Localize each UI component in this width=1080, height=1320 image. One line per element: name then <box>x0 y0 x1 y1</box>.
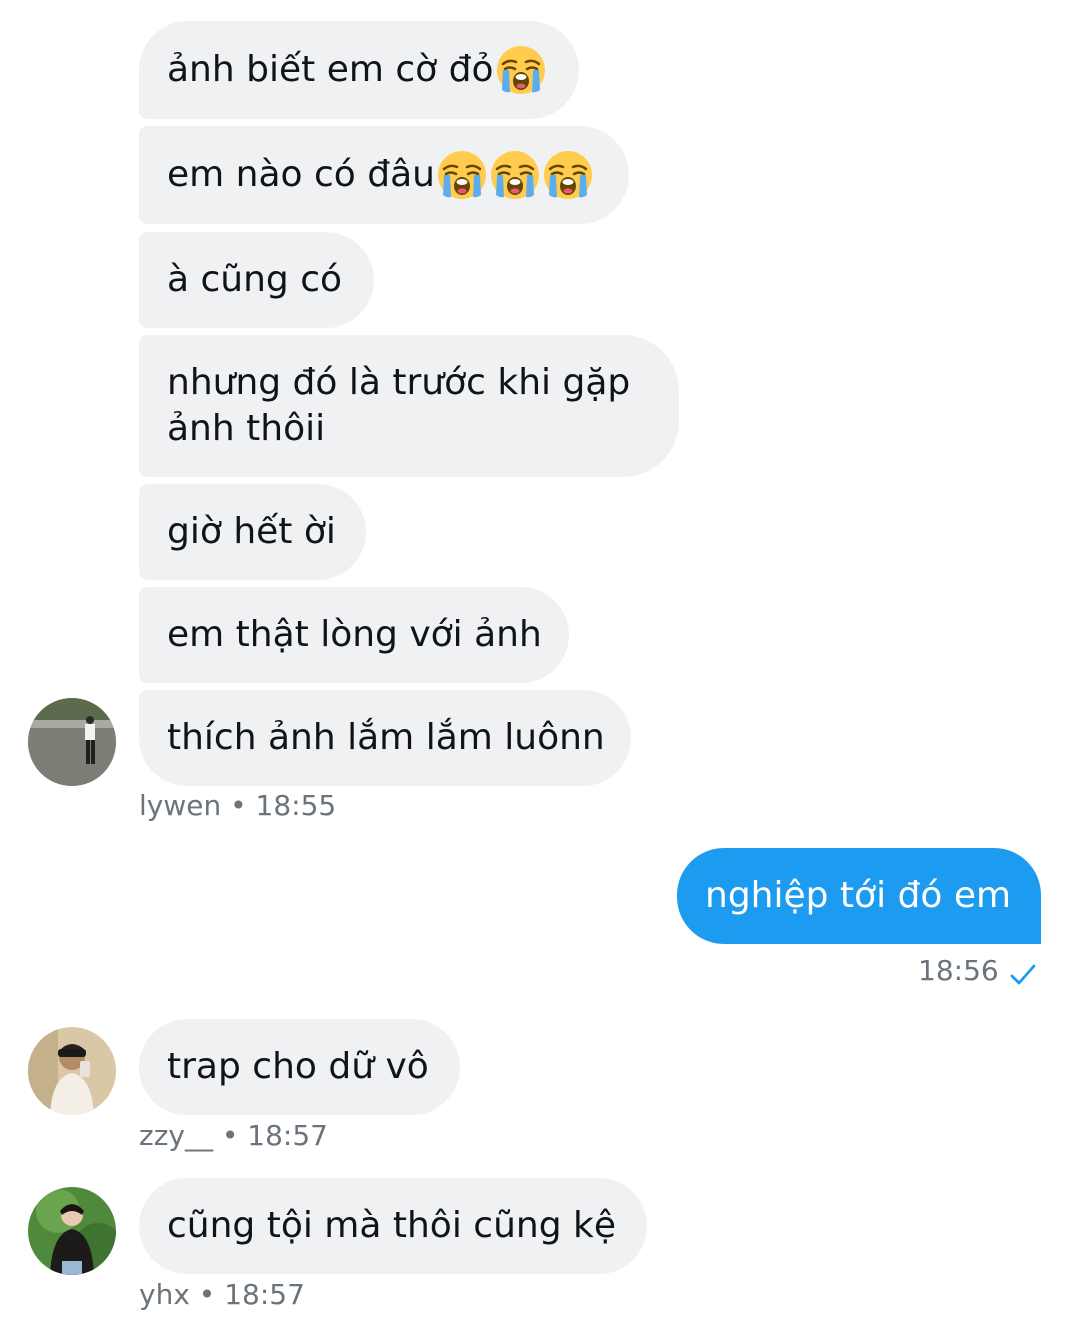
message-meta: zzy__ • 18:57 <box>139 1119 328 1152</box>
avatar-image <box>28 698 116 786</box>
avatar-zzy[interactable] <box>28 1027 116 1115</box>
avatar-image <box>28 1187 116 1275</box>
message-text: à cũng có <box>167 259 343 300</box>
message-bubble[interactable]: em nào có đâu <box>139 126 629 224</box>
message-text-line: ảnh thôii <box>167 408 326 449</box>
message-text: trap cho dữ vô <box>167 1046 429 1087</box>
message-timestamp: 18:56 <box>918 954 999 987</box>
avatar-image <box>28 1027 116 1115</box>
message-meta: lywen • 18:55 <box>139 789 337 822</box>
message-text: thích ảnh lắm lắm luônn <box>167 717 605 758</box>
avatar-lywen[interactable] <box>28 698 116 786</box>
message-bubble-outgoing[interactable]: nghiệp tới đó em <box>677 848 1041 944</box>
message-bubble[interactable]: trap cho dữ vô <box>139 1019 460 1115</box>
message-text: nghiệp tới đó em <box>705 875 1012 916</box>
loudly-crying-face-icon <box>495 44 547 96</box>
avatar-yhx[interactable] <box>28 1187 116 1275</box>
message-text: cũng tội mà thôi cũng kệ <box>167 1205 616 1246</box>
loudly-crying-face-icon <box>489 149 541 201</box>
message-text: ảnh biết em cờ đỏ <box>167 49 494 90</box>
message-bubble[interactable]: thích ảnh lắm lắm luônn <box>139 690 631 786</box>
chat-thread: ảnh biết em cờ đỏ em nào có đâu à cũng c… <box>0 0 1080 1320</box>
message-text: giờ hết ời <box>167 511 336 552</box>
message-bubble[interactable]: à cũng có <box>139 232 374 328</box>
message-bubble[interactable]: ảnh biết em cờ đỏ <box>139 21 579 119</box>
message-text: em nào có đâu <box>167 154 435 195</box>
message-bubble[interactable]: cũng tội mà thôi cũng kệ <box>139 1178 647 1274</box>
message-bubble[interactable]: nhưng đó là trước khi gặp ảnh thôii <box>139 335 679 477</box>
message-meta: yhx • 18:57 <box>139 1278 305 1311</box>
loudly-crying-face-icon <box>436 149 488 201</box>
message-text-line: nhưng đó là trước khi gặp <box>167 362 631 403</box>
message-text: em thật lòng với ảnh <box>167 614 542 655</box>
checkmark-icon <box>1010 964 1036 985</box>
loudly-crying-face-icon <box>542 149 594 201</box>
message-bubble[interactable]: em thật lòng với ảnh <box>139 587 569 683</box>
message-bubble[interactable]: giờ hết ời <box>139 484 366 580</box>
